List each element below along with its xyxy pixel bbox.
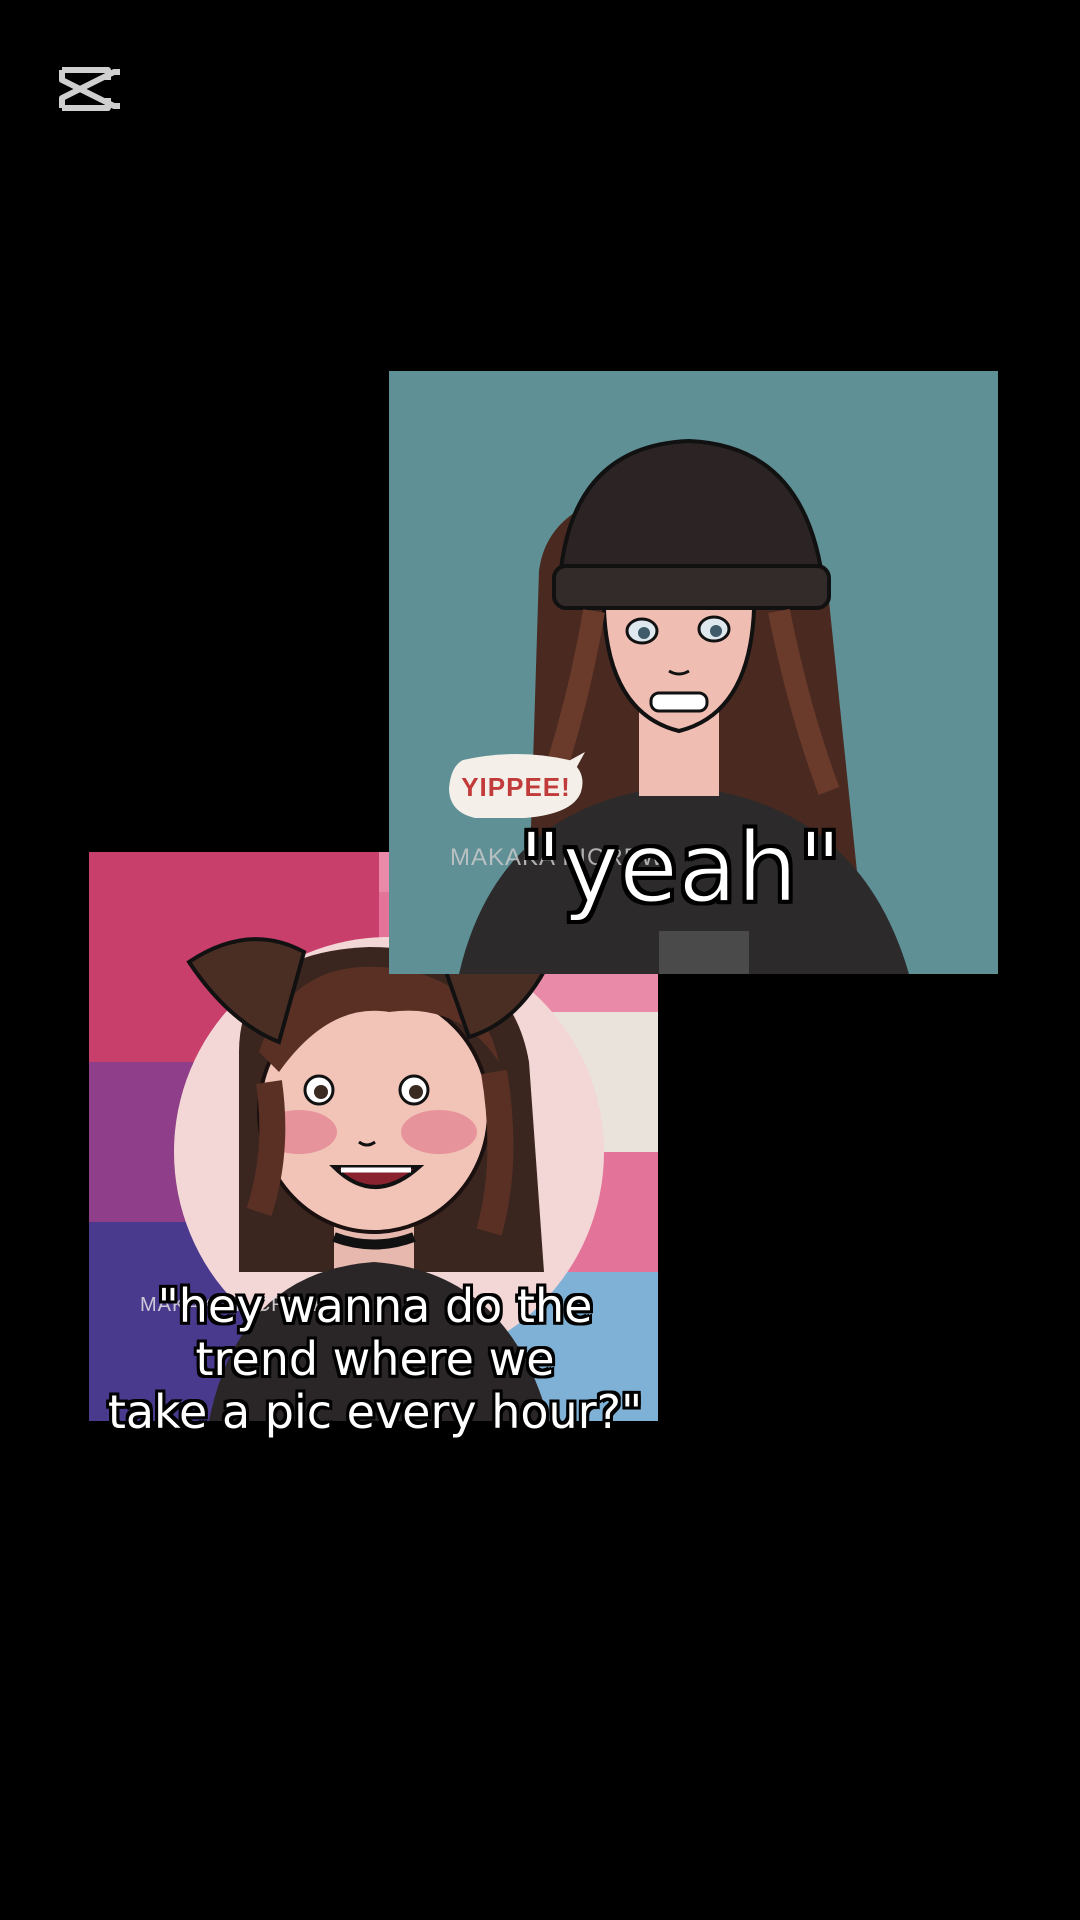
caption-question: "hey wanna do the trend where we take a …: [107, 1279, 643, 1439]
caption-yeah: "yeah": [517, 812, 843, 924]
capcut-logo-icon: [56, 62, 126, 116]
yippee-text: YIPPEE!: [461, 772, 571, 802]
